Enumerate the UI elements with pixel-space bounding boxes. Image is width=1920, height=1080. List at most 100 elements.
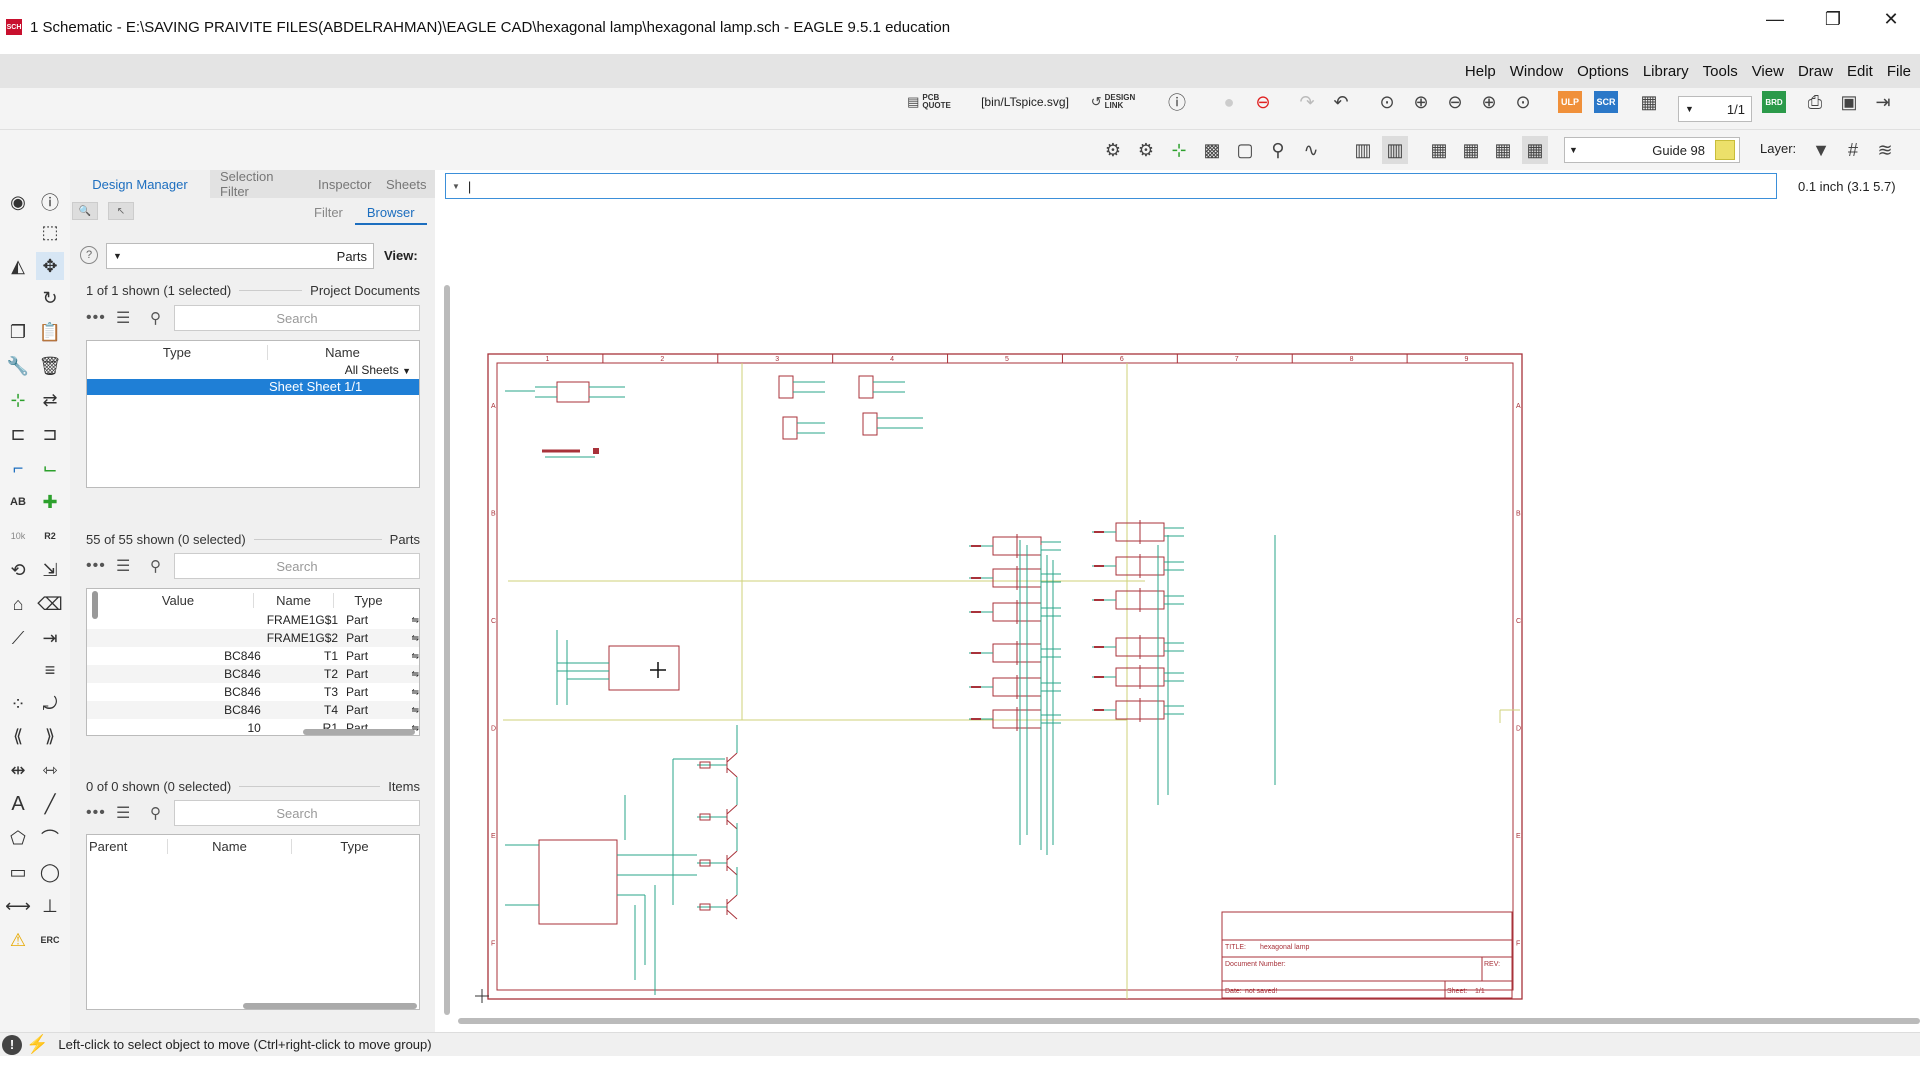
list-view-icon[interactable]: ☰ bbox=[116, 556, 150, 576]
menu-edit[interactable]: Edit bbox=[1840, 63, 1880, 80]
lightning-icon[interactable]: ⚡ bbox=[26, 1034, 48, 1055]
parts-search-input[interactable]: Search bbox=[174, 553, 420, 579]
bus-icon[interactable]: ⌙ bbox=[36, 454, 64, 482]
menu-tools[interactable]: Tools bbox=[1696, 63, 1745, 80]
minimize-button[interactable]: — bbox=[1746, 0, 1804, 38]
menu-options[interactable]: Options bbox=[1570, 63, 1636, 80]
column-type[interactable]: Type bbox=[333, 592, 403, 608]
all-sheets-filter[interactable]: All Sheets ▼ bbox=[87, 363, 419, 379]
zoom-out-icon[interactable]: ⊖ bbox=[1442, 88, 1468, 116]
subtab-browser[interactable]: Browser bbox=[354, 202, 427, 225]
undo-icon[interactable]: ↶ bbox=[1328, 88, 1354, 116]
net-icon[interactable]: ⌐ bbox=[4, 454, 32, 482]
gear-settings-icon[interactable]: ⚙ bbox=[1133, 136, 1159, 164]
schematic-canvas[interactable]: 123456789 AABBCCDDEEFF TITLE: hexagonal … bbox=[445, 205, 1920, 1023]
tab-inspector[interactable]: Inspector bbox=[308, 170, 376, 198]
menu-file[interactable]: File bbox=[1880, 63, 1918, 80]
mark-icon[interactable]: ⊥ bbox=[36, 892, 64, 920]
tab-design-manager[interactable]: Design Manager bbox=[70, 170, 210, 198]
ratsnest-icon[interactable]: ≋ bbox=[1872, 136, 1898, 164]
menu-library[interactable]: Library bbox=[1636, 63, 1696, 80]
column-parent[interactable]: Parent bbox=[87, 839, 167, 854]
list-view-icon[interactable]: ☰ bbox=[116, 803, 150, 823]
column-name[interactable]: Name bbox=[167, 838, 291, 854]
tab-sheets[interactable]: Sheets bbox=[376, 170, 435, 198]
layout-4-icon[interactable]: ▦ bbox=[1522, 136, 1548, 164]
cam-icon[interactable]: ▦ bbox=[1636, 88, 1662, 116]
search-icon[interactable]: ⚲ bbox=[1265, 136, 1291, 164]
print-icon[interactable]: ⎙ bbox=[1802, 88, 1828, 116]
items-search-input[interactable]: Search bbox=[174, 800, 420, 826]
align-left-icon[interactable]: ▥ bbox=[1350, 136, 1376, 164]
group-copy-icon[interactable]: ⟫ bbox=[36, 722, 64, 750]
value-icon[interactable]: 10k bbox=[4, 522, 32, 550]
grid-icon[interactable]: # bbox=[1840, 136, 1866, 164]
group-move-icon[interactable]: ⟪ bbox=[4, 722, 32, 750]
switch-to-board-icon[interactable]: BRD bbox=[1762, 91, 1786, 113]
rectangle-icon[interactable]: ▭ bbox=[4, 858, 32, 886]
menu-draw[interactable]: Draw bbox=[1791, 63, 1840, 80]
tab-selection-filter[interactable]: Selection Filter bbox=[210, 169, 308, 199]
zoom-fit-icon[interactable]: ⊙ bbox=[1374, 88, 1400, 116]
erase-icon[interactable]: ⌫ bbox=[36, 590, 64, 618]
column-type[interactable]: Type bbox=[87, 345, 267, 360]
column-value[interactable]: Value bbox=[103, 593, 253, 608]
add-connection-icon[interactable]: ⊹ bbox=[1166, 136, 1192, 164]
gear-icon[interactable]: ⚙ bbox=[1100, 136, 1126, 164]
layout-3-icon[interactable]: ▦ bbox=[1490, 136, 1516, 164]
help-icon[interactable]: ⓘ bbox=[1162, 88, 1192, 116]
more-options-icon[interactable]: ••• bbox=[86, 309, 116, 327]
schematic-drawing[interactable]: 123456789 A AB BC CD DE EF F TITLE: hexa… bbox=[445, 205, 1920, 1023]
disconnect-icon[interactable]: ⇿ bbox=[36, 756, 64, 784]
help-icon[interactable]: ? bbox=[80, 246, 98, 264]
mirror-icon[interactable]: ◭ bbox=[4, 252, 32, 280]
paste-icon[interactable]: 📋 bbox=[36, 318, 64, 346]
polygon-icon[interactable]: ⬠ bbox=[4, 824, 32, 852]
column-name[interactable]: Name bbox=[253, 592, 333, 608]
table-row[interactable]: BC846 T4 Part ⇋ bbox=[87, 701, 419, 719]
sheet-select[interactable]: ▼ 1/1 bbox=[1678, 96, 1752, 122]
table-row[interactable]: BC846 T2 Part ⇋ bbox=[87, 665, 419, 683]
unfill-icon[interactable]: ▢ bbox=[1232, 136, 1258, 164]
split-icon[interactable]: ⇲ bbox=[36, 556, 64, 584]
export-icon[interactable]: ⇥ bbox=[1870, 88, 1896, 116]
delete-icon[interactable]: 🗑 bbox=[36, 352, 64, 380]
design-link-button[interactable]: ↺ DESIGN LINK bbox=[1086, 88, 1140, 116]
command-line-input[interactable]: ▼ | bbox=[445, 173, 1777, 199]
info-icon[interactable]: ⓘ bbox=[36, 188, 64, 216]
replace-icon[interactable]: ⇄ bbox=[36, 386, 64, 414]
optimize-icon[interactable]: ≡ bbox=[36, 656, 64, 684]
slice-icon[interactable]: ⤾ bbox=[36, 690, 64, 718]
column-name[interactable]: Name bbox=[267, 344, 417, 360]
miter-icon[interactable]: ⟋ bbox=[4, 624, 32, 652]
table-row[interactable]: BC846 T1 Part ⇋ bbox=[87, 647, 419, 665]
warning-icon[interactable]: ⚠ bbox=[4, 926, 32, 954]
junction-icon[interactable]: ✚ bbox=[36, 488, 64, 516]
dimension-icon[interactable]: ⟷ bbox=[4, 892, 32, 920]
copy-icon[interactable]: ❐ bbox=[4, 318, 32, 346]
line-icon[interactable]: ╱ bbox=[36, 790, 64, 818]
column-type[interactable]: Type bbox=[291, 838, 417, 854]
script-run-button[interactable]: [bin/LTspice.svg] bbox=[970, 88, 1080, 116]
align-right-icon[interactable]: ▥ bbox=[1382, 136, 1408, 164]
layout-2-icon[interactable]: ▦ bbox=[1458, 136, 1484, 164]
invoke-icon[interactable]: ⇥ bbox=[36, 624, 64, 652]
move-icon[interactable]: ✥ bbox=[36, 252, 64, 280]
script-icon[interactable]: SCR bbox=[1594, 91, 1618, 113]
zoom-select-icon[interactable]: ⊕ bbox=[1476, 88, 1502, 116]
pin-swap-icon[interactable]: ⊐ bbox=[36, 420, 64, 448]
horizontal-scrollbar[interactable] bbox=[458, 1018, 1920, 1024]
view-select[interactable]: ▼ Parts bbox=[106, 243, 374, 269]
add-part-icon[interactable]: ⊹ bbox=[4, 386, 32, 414]
filter-icon[interactable]: ▼ bbox=[1808, 136, 1834, 164]
zoom-in-icon[interactable]: ⊕ bbox=[1408, 88, 1434, 116]
fill-icon[interactable]: ▩ bbox=[1199, 136, 1225, 164]
table-row[interactable]: FRAME1G$1 Part ⇋ bbox=[87, 611, 419, 629]
smash-icon[interactable]: ⟲ bbox=[4, 556, 32, 584]
horizontal-scrollbar[interactable] bbox=[243, 1003, 417, 1009]
eye-icon[interactable]: ◉ bbox=[4, 188, 32, 216]
arc-icon[interactable]: ⌒ bbox=[36, 824, 64, 852]
text-icon[interactable]: A bbox=[4, 790, 32, 818]
restore-button[interactable]: ❐ bbox=[1804, 0, 1862, 38]
menu-help[interactable]: Help bbox=[1458, 63, 1503, 80]
